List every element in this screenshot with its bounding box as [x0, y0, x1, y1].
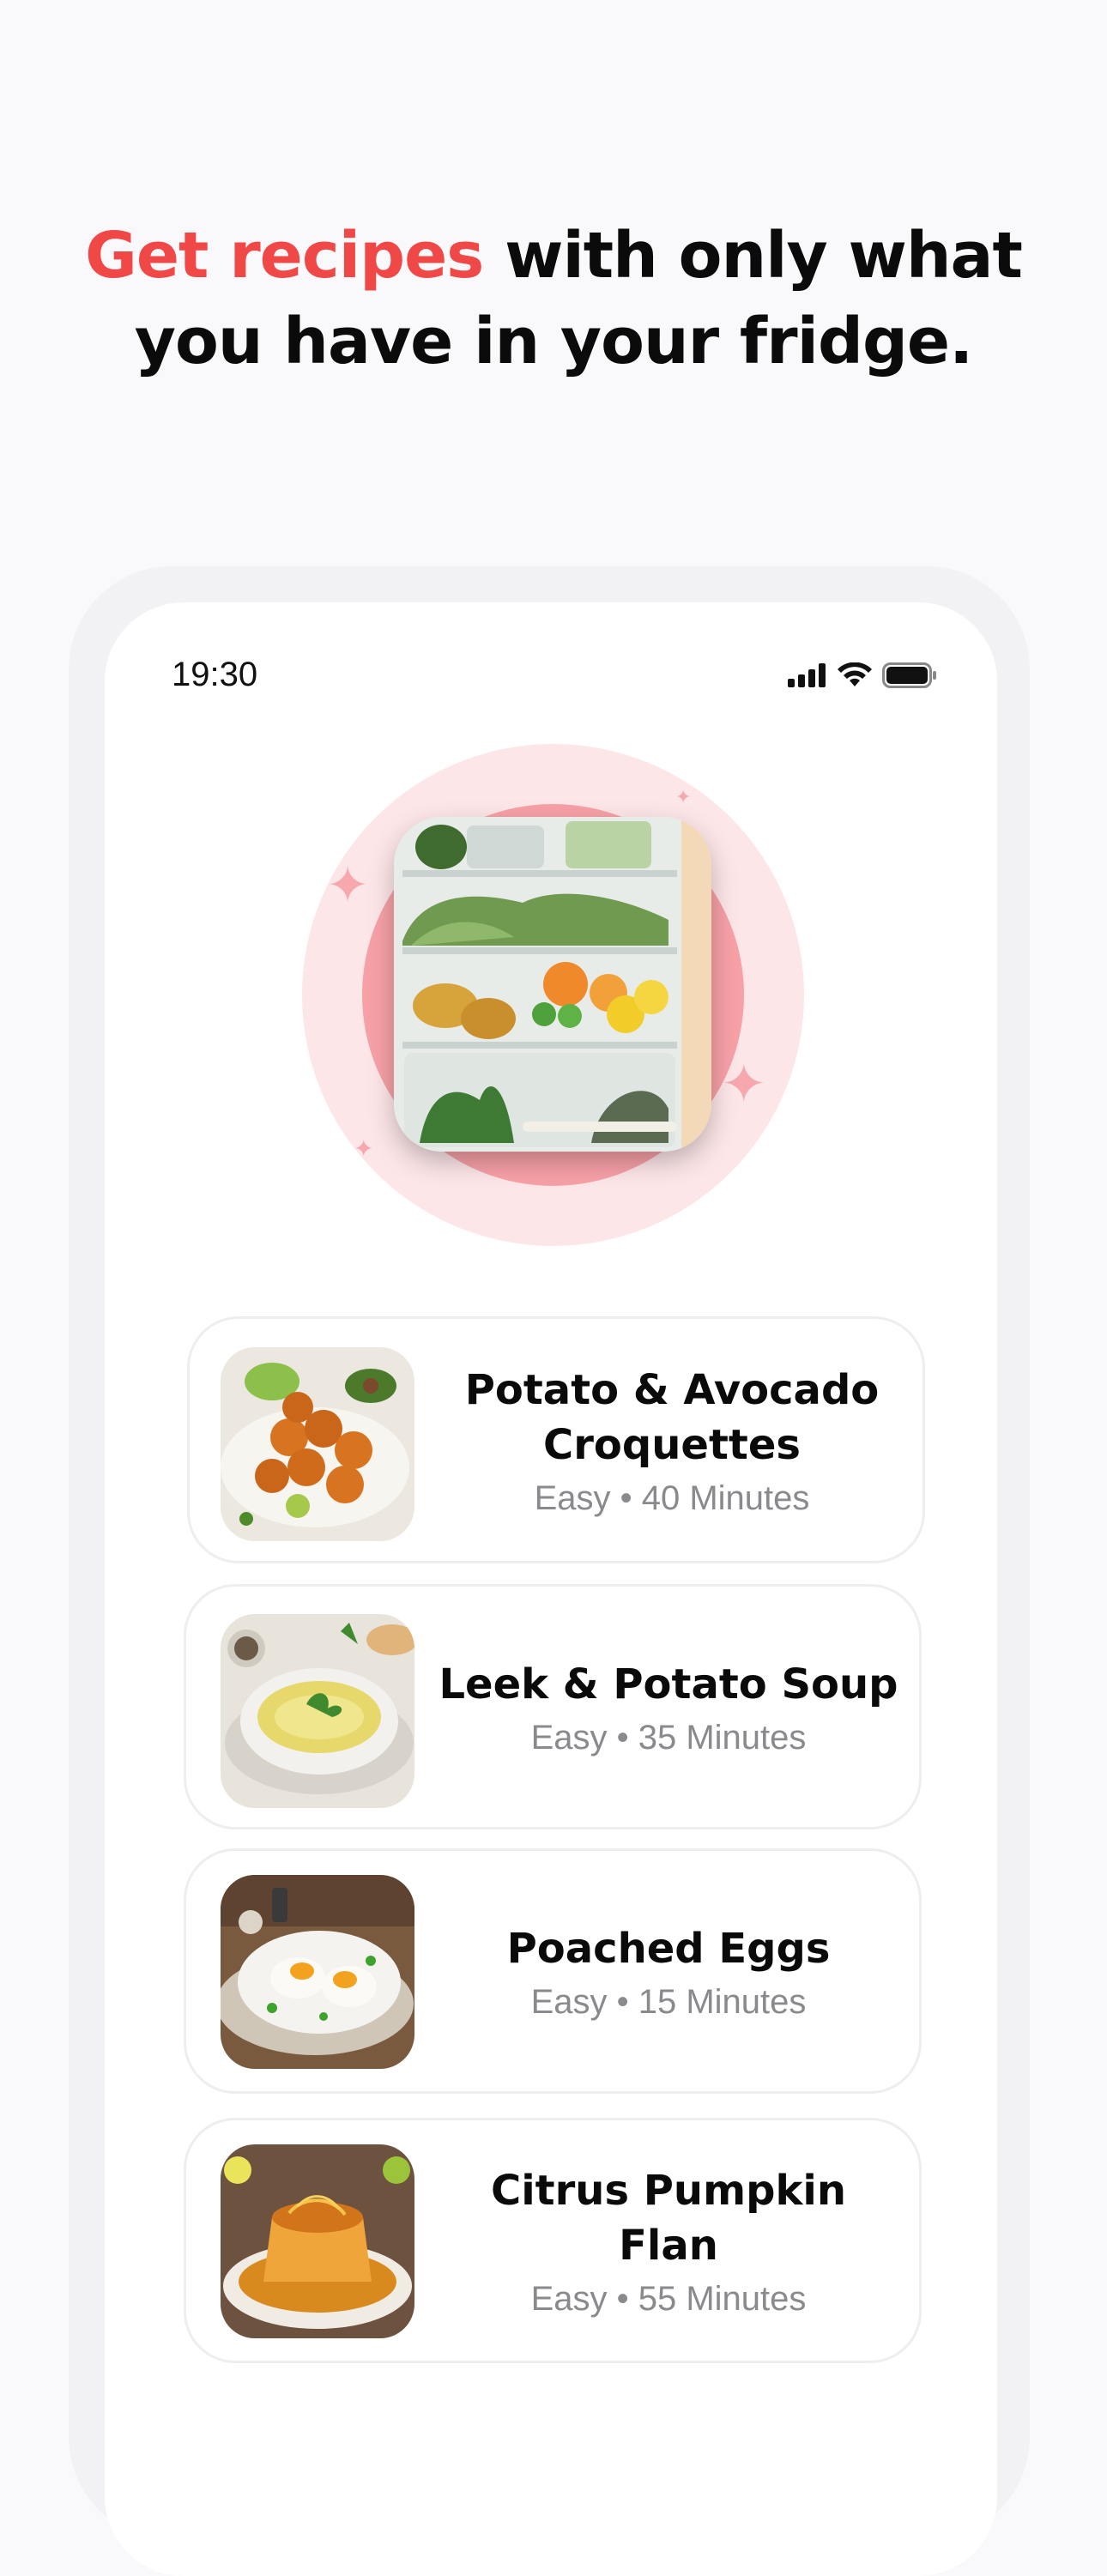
fridge-image [394, 817, 711, 1152]
headline: Get recipes with only what you have in y… [0, 213, 1107, 384]
headline-rest: with only what [483, 219, 1023, 293]
recipe-card[interactable]: Citrus Pumpkin Flan Easy • 55 Minutes [184, 2118, 922, 2363]
recipe-card[interactable]: Leek & Potato Soup Easy • 35 Minutes [184, 1584, 922, 1829]
flan-image [221, 2144, 414, 2338]
sparkle-icon: ✦ [721, 1053, 767, 1116]
sparkle-icon: ✦ [675, 787, 692, 808]
recipe-info: Leek & Potato Soup Easy • 35 Minutes [435, 1587, 902, 1827]
soup-image [221, 1614, 414, 1808]
recipe-card[interactable]: Poached Eggs Easy • 15 Minutes [184, 1848, 922, 2094]
recipe-meta: Easy • 15 Minutes [530, 1982, 807, 2021]
headline-accent: Get recipes [85, 219, 484, 293]
eggs-image [221, 1875, 414, 2069]
recipe-title: Poached Eggs [506, 1924, 831, 1973]
recipe-card[interactable]: Potato & Avocado Croquettes Easy • 40 Mi… [187, 1316, 925, 1563]
recipe-meta: Easy • 55 Minutes [530, 2279, 807, 2318]
phone-screen: 19:30 ✦ ✦ ✦ ✦ Potato & Avocado Croquette… [105, 602, 997, 2576]
headline-line2: you have in your fridge. [134, 305, 973, 378]
recipe-meta: Easy • 35 Minutes [530, 1718, 807, 1757]
croquettes-image [221, 1347, 414, 1541]
recipe-info: Poached Eggs Easy • 15 Minutes [435, 1851, 902, 2091]
sparkle-icon: ✦ [354, 1134, 374, 1163]
recipe-title: Leek & Potato Soup [439, 1660, 898, 1708]
recipe-meta: Easy • 40 Minutes [534, 1478, 810, 1517]
recipe-title: Potato & Avocado Croquettes [464, 1365, 880, 1469]
battery-icon [882, 662, 936, 688]
recipe-info: Citrus Pumpkin Flan Easy • 55 Minutes [435, 2120, 902, 2361]
wifi-icon [838, 662, 872, 686]
sparkle-icon: ✦ [326, 856, 370, 916]
status-time: 19:30 [172, 656, 258, 693]
signal-icon [788, 663, 826, 687]
status-icons [788, 662, 937, 688]
hero-illustration: ✦ ✦ ✦ ✦ [302, 744, 804, 1246]
recipe-info: Potato & Avocado Croquettes Easy • 40 Mi… [439, 1319, 905, 1561]
recipe-title: Citrus Pumpkin Flan [490, 2166, 847, 2270]
